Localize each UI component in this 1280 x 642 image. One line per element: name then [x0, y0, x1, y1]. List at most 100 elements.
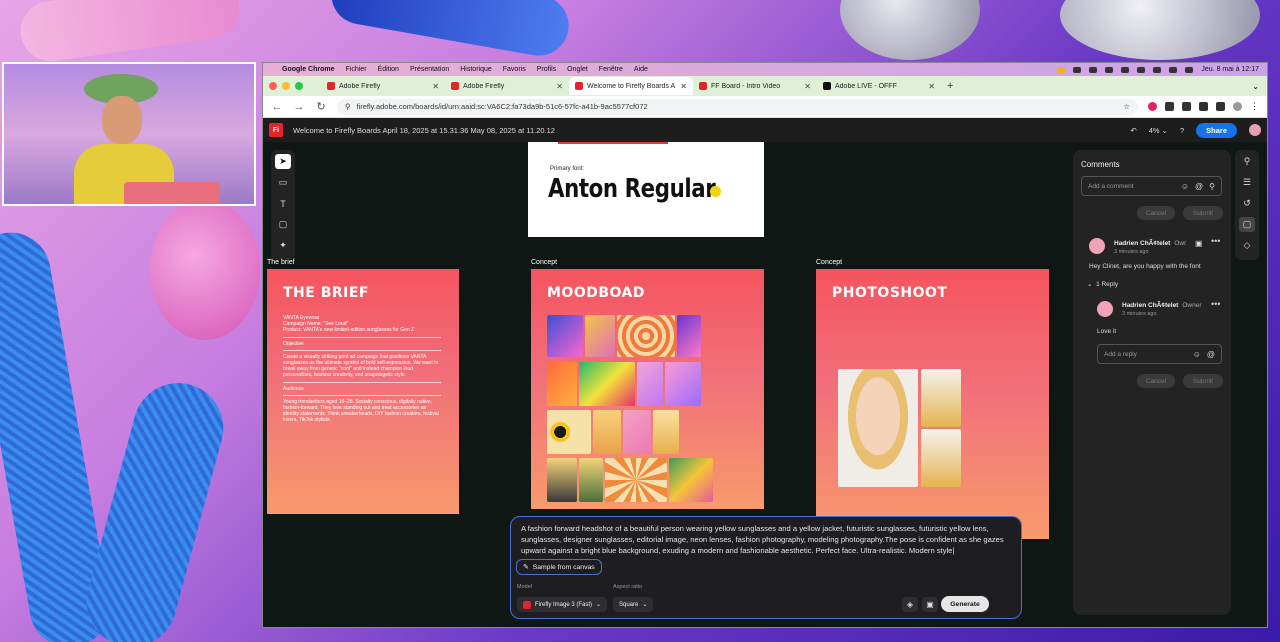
prompt-textarea[interactable]: A fashion forward headshot of a beautifu…	[521, 523, 1011, 556]
mention-icon[interactable]: @	[1195, 182, 1203, 191]
reload-icon[interactable]: ↻	[315, 100, 327, 113]
adjustments-icon[interactable]: ☰	[1239, 175, 1255, 190]
back-icon[interactable]: ←	[271, 101, 283, 113]
pinterest-extension-icon[interactable]	[1148, 102, 1157, 111]
mood-image[interactable]	[669, 458, 713, 502]
mood-image[interactable]	[547, 315, 583, 357]
minimize-window-button[interactable]	[282, 82, 290, 90]
menu-item[interactable]: Favoris	[503, 66, 526, 73]
comment-input[interactable]: Add a comment ☺ @ ⚲	[1081, 176, 1222, 196]
photo-image[interactable]	[838, 369, 918, 487]
mood-image[interactable]	[579, 362, 635, 406]
mood-image[interactable]	[677, 315, 701, 357]
status-icon[interactable]	[1057, 66, 1066, 73]
browser-tab-active[interactable]: Welcome to Firefly Boards A ✕	[569, 77, 693, 95]
status-icon[interactable]	[1105, 66, 1114, 73]
brief-board[interactable]: THE BRIEF VANTA Eyewear Campaign Name: "…	[267, 269, 459, 514]
mood-image[interactable]	[547, 458, 577, 502]
menu-item[interactable]: Fenêtre	[599, 66, 623, 73]
generate-tool-icon[interactable]: ✦	[275, 238, 291, 253]
zoom-window-button[interactable]	[295, 82, 303, 90]
close-tab-icon[interactable]: ✕	[928, 82, 935, 91]
share-button[interactable]: Share	[1196, 122, 1237, 138]
close-tab-icon[interactable]: ✕	[804, 82, 811, 91]
mood-image[interactable]	[617, 315, 675, 357]
search-icon[interactable]: ⚲	[1239, 154, 1255, 169]
photo-image[interactable]	[921, 369, 961, 427]
extension-icon[interactable]	[1165, 102, 1174, 111]
mood-image[interactable]	[653, 410, 679, 454]
moodboard-board[interactable]: MOODBOAD	[531, 269, 764, 509]
emoji-icon[interactable]: ☺	[1193, 350, 1201, 359]
url-field[interactable]: ⚲ firefly.adobe.com/boards/id/urn:aaid:s…	[337, 98, 1138, 115]
close-tab-icon[interactable]: ✕	[556, 82, 563, 91]
browser-tab[interactable]: Adobe LIVE - OFFF ✕	[817, 77, 941, 95]
photoshoot-board[interactable]: PHOTOSHOOT	[816, 269, 1049, 539]
zoom-level[interactable]: 4% ⌄	[1149, 126, 1168, 135]
menu-item[interactable]: Présentation	[410, 66, 449, 73]
style-reference-icon[interactable]: ◈	[902, 597, 918, 612]
shape-tool-icon[interactable]: ▢	[275, 217, 291, 232]
more-icon[interactable]: •••	[1211, 299, 1220, 309]
profile-avatar[interactable]	[1233, 102, 1242, 111]
menu-item[interactable]: Fichier	[346, 66, 367, 73]
control-center-icon[interactable]	[1185, 66, 1194, 73]
board-canvas[interactable]: ➤ ▭ T ▢ ✦ Primary font: Anton Regular Th…	[263, 142, 1267, 627]
firefly-logo[interactable]: Fi	[269, 123, 283, 137]
cancel-button[interactable]: Cancel	[1137, 206, 1175, 220]
text-tool-icon[interactable]: T	[275, 196, 291, 211]
chrome-menu-icon[interactable]: ⋮	[1250, 101, 1259, 112]
submit-button[interactable]: Submit	[1183, 206, 1223, 220]
comments-icon[interactable]: ▢	[1239, 217, 1255, 232]
menu-item[interactable]: Édition	[378, 66, 399, 73]
menu-app-name[interactable]: Google Chrome	[282, 66, 335, 73]
wifi-icon[interactable]	[1153, 66, 1162, 73]
puzzle-icon[interactable]	[1216, 102, 1225, 111]
photo-image[interactable]	[921, 429, 961, 487]
emoji-icon[interactable]: ☺	[1181, 182, 1189, 191]
board-title[interactable]: Welcome to Firefly Boards April 18, 2025…	[293, 126, 555, 135]
mood-image[interactable]	[547, 410, 591, 454]
replies-toggle[interactable]: ⌄ 1 Reply	[1087, 280, 1118, 288]
mood-image[interactable]	[579, 458, 603, 502]
browser-tab[interactable]: Adobe Firefly ✕	[445, 77, 569, 95]
extension-icon[interactable]	[1199, 102, 1208, 111]
menu-item[interactable]: Aide	[634, 66, 648, 73]
image-reference-icon[interactable]: ▣	[922, 597, 938, 612]
browser-tab[interactable]: FF Board - Intro Video ✕	[693, 77, 817, 95]
menu-item[interactable]: Onglet	[567, 66, 588, 73]
status-icon[interactable]	[1089, 66, 1098, 73]
menubar-clock[interactable]: Jeu. 8 mai à 12:17	[1201, 66, 1259, 73]
close-tab-icon[interactable]: ✕	[680, 82, 687, 91]
submit-button[interactable]: Submit	[1183, 374, 1223, 388]
bookmark-star-icon[interactable]: ☆	[1123, 102, 1130, 111]
user-avatar[interactable]	[1249, 124, 1261, 136]
menu-item[interactable]: Profils	[537, 66, 556, 73]
reply-input[interactable]: Add a reply ☺ @	[1097, 344, 1222, 364]
generate-button[interactable]: Generate	[941, 596, 989, 612]
new-tab-icon[interactable]: +	[947, 80, 953, 92]
menu-item[interactable]: Historique	[460, 66, 492, 73]
status-icon[interactable]	[1073, 66, 1082, 73]
browser-tab[interactable]: Adobe Firefly ✕	[321, 77, 445, 95]
select-tool-icon[interactable]: ➤	[275, 154, 291, 169]
model-select[interactable]: Firefly Image 3 (Fast) ⌄	[517, 597, 608, 612]
font-card[interactable]: Primary font: Anton Regular	[528, 142, 764, 237]
site-info-icon[interactable]: ⚲	[345, 102, 351, 111]
status-icon[interactable]	[1137, 66, 1146, 73]
mood-image[interactable]	[623, 410, 651, 454]
help-icon[interactable]: ?	[1180, 126, 1184, 135]
mood-image[interactable]	[665, 362, 701, 406]
search-icon[interactable]	[1169, 66, 1178, 73]
mood-image[interactable]	[547, 362, 577, 406]
sample-from-canvas-button[interactable]: ✎ Sample from canvas	[516, 559, 602, 575]
close-tab-icon[interactable]: ✕	[432, 82, 439, 91]
history-icon[interactable]: ↺	[1239, 196, 1255, 211]
comment-resolve-icon[interactable]: ▣	[1195, 239, 1203, 248]
frame-tool-icon[interactable]: ▭	[275, 175, 291, 190]
pin-icon[interactable]: ⚲	[1209, 182, 1215, 191]
close-window-button[interactable]	[269, 82, 277, 90]
tag-icon[interactable]: ◇	[1239, 238, 1255, 253]
forward-icon[interactable]: →	[293, 101, 305, 113]
extension-icon[interactable]	[1182, 102, 1191, 111]
